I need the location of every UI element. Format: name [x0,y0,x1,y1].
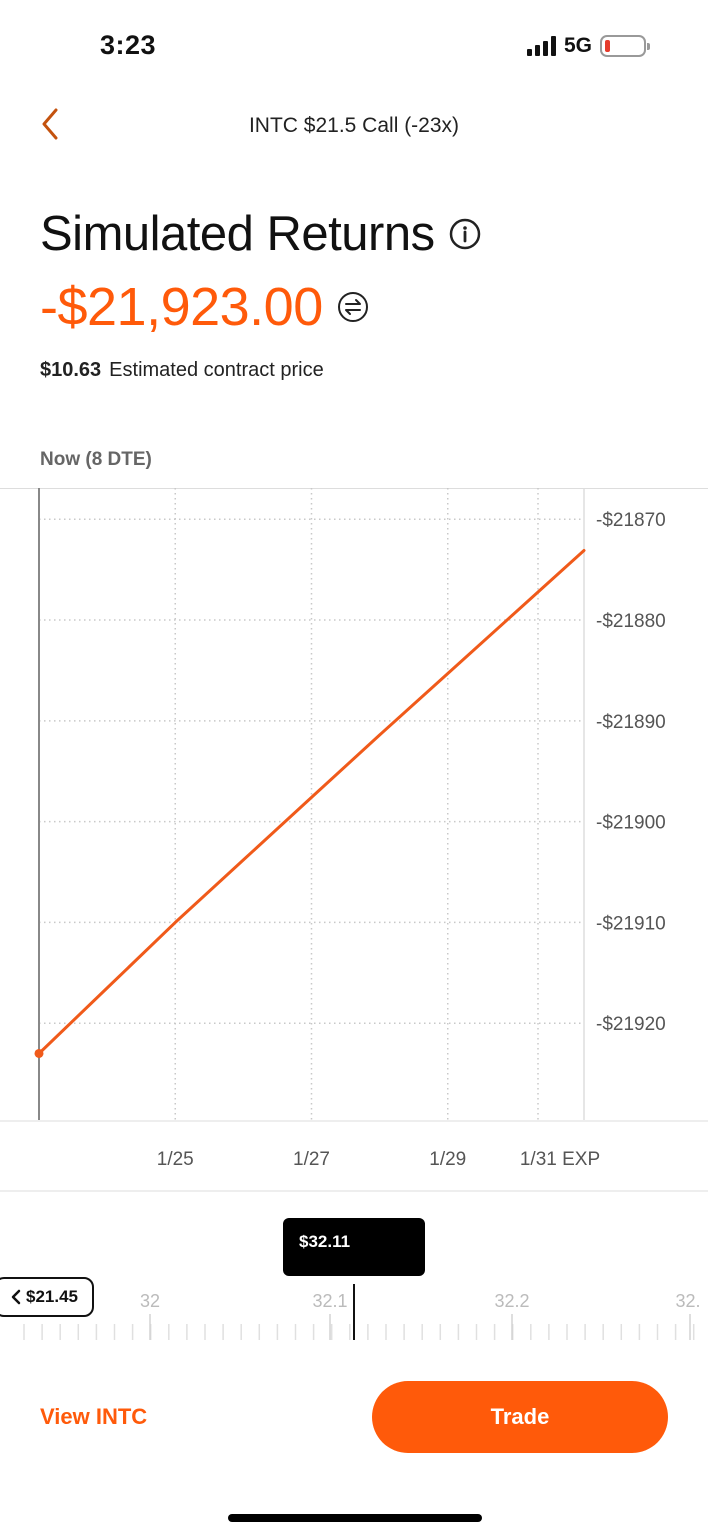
ruler-tick-label: 32.1 [312,1291,347,1311]
y-tick-label: -$21870 [596,510,666,531]
strike-price-label: $21.45 [26,1287,78,1306]
status-time: 3:23 [100,30,157,60]
now-label: Now (8 DTE) [40,449,152,470]
ruler-tick-label: 32. [675,1291,700,1311]
strike-price-pill[interactable]: $21.45 [0,1277,94,1317]
ruler-tick-label: 32.2 [494,1291,529,1311]
x-tick-label: 1/29 [429,1149,466,1170]
status-indicators: 5G [526,34,650,58]
home-indicator [228,1514,482,1522]
chevron-left-icon [11,1289,21,1305]
swap-icon[interactable] [337,291,369,323]
y-tick-label: -$21880 [596,611,666,632]
view-intc-link[interactable]: View INTC [40,1404,147,1430]
x-tick-label: 1/31 EXP [520,1149,600,1170]
page-title: Simulated Returns [40,207,435,261]
selected-price-bubble[interactable]: $32.11 [283,1218,425,1276]
trade-button[interactable]: Trade [372,1381,668,1453]
current-value-point [34,1048,44,1058]
title-row: Simulated Returns [40,206,481,262]
battery-icon [600,35,650,57]
network-type: 5G [563,34,592,57]
returns-chart[interactable]: -$21870 -$21880 -$21890 -$21900 -$21910 -$219… [0,488,708,1192]
contract-price: $10.63 [40,359,102,381]
x-tick-label: 1/27 [293,1149,330,1170]
simulated-return-value: -$21,923.00 [40,277,323,337]
y-tick-label: -$21900 [596,813,666,834]
info-icon[interactable] [449,218,481,250]
ruler-tick-label: 32 [140,1291,160,1311]
value-row: -$21,923.00 [40,276,369,338]
signal-icon [526,36,556,56]
nav-title: INTC $21.5 Call (-23x) [248,114,460,137]
x-tick-label: 1/25 [157,1149,194,1170]
y-tick-label: -$21910 [596,913,666,934]
y-tick-label: -$21890 [596,712,666,733]
contract-price-row: $10.63 Estimated contract price [40,359,324,382]
y-tick-label: -$21920 [596,1014,666,1035]
price-ruler-slider[interactable]: 32 32.1 32.2 32. [0,1284,708,1344]
contract-price-label: Estimated contract price [109,359,324,381]
